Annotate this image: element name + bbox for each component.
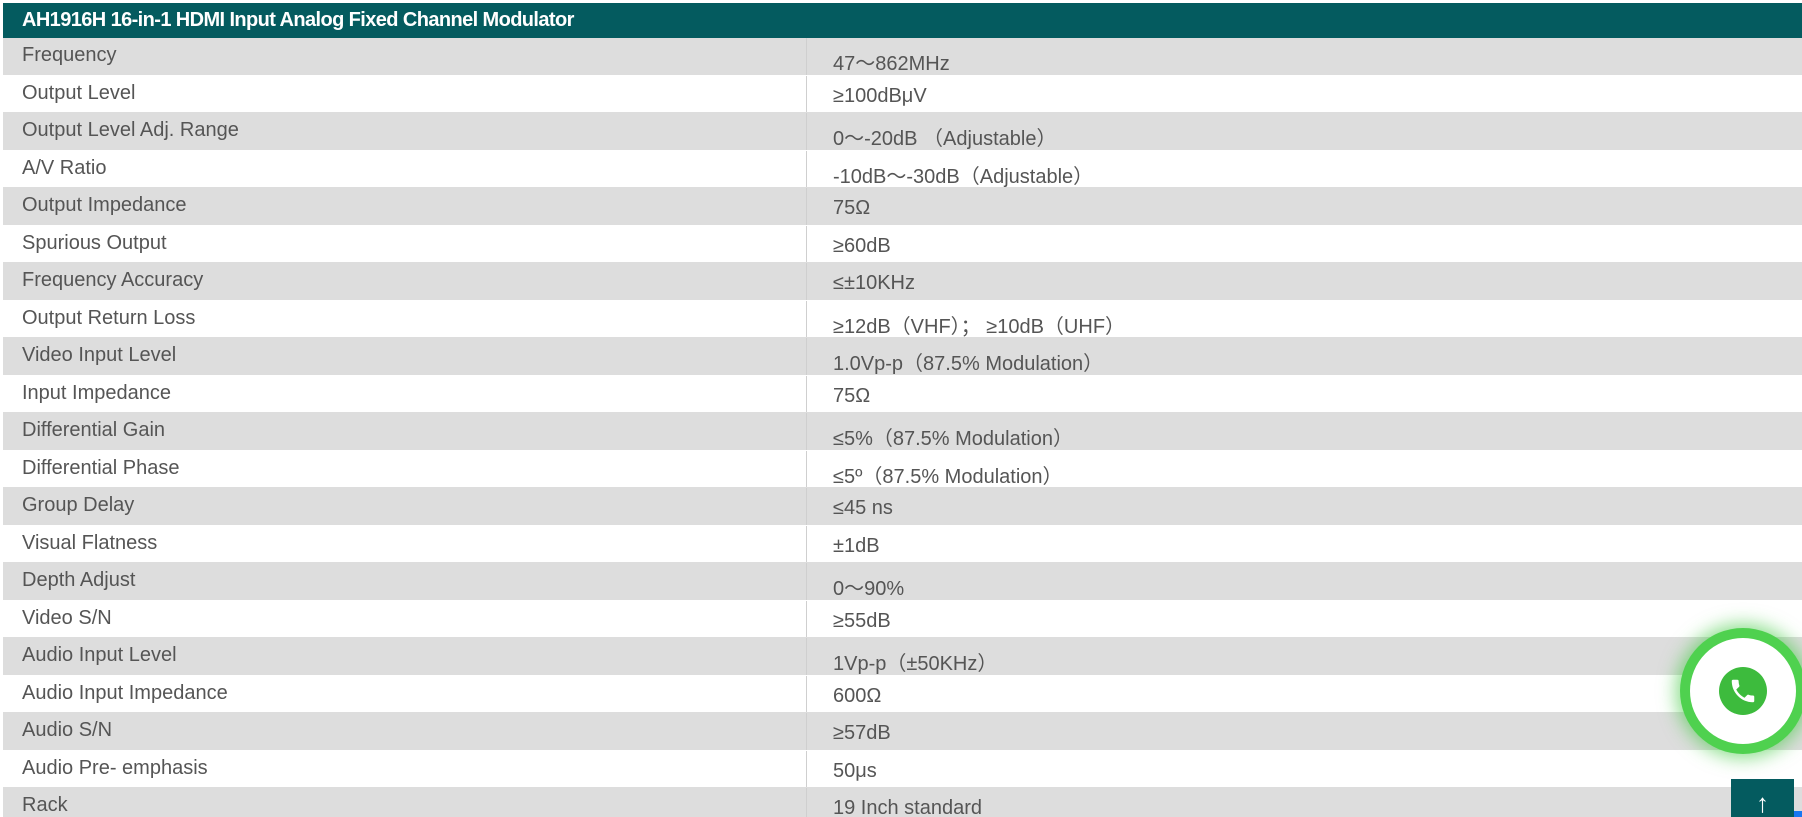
spec-label: Audio Input Level bbox=[3, 638, 807, 675]
spec-value: ≤45 ns bbox=[833, 497, 893, 519]
whatsapp-button[interactable] bbox=[1690, 638, 1796, 744]
spec-label: Visual Flatness bbox=[3, 525, 807, 562]
spec-label: Differential Phase bbox=[3, 450, 807, 487]
table-row: Video S/N ≥55dB bbox=[3, 600, 1802, 638]
table-row: Audio Input Impedance 600Ω bbox=[3, 675, 1802, 713]
spec-label: Video Input Level bbox=[3, 338, 807, 375]
spec-value: ≥100dBμV bbox=[833, 84, 927, 107]
spec-label: Frequency Accuracy bbox=[3, 263, 807, 300]
table-row: Frequency Accuracy ≤±10KHz bbox=[3, 263, 1802, 301]
table-body: Frequency 47～862MHz Output Level ≥100dBμV Ou… bbox=[3, 38, 1802, 817]
table-row: Output Return Loss ≥12dB（VHF）； ≥10dB（UHF） bbox=[3, 300, 1802, 338]
spec-value: ≥55dB bbox=[833, 609, 891, 632]
table-row: Audio S/N ≥57dB bbox=[3, 713, 1802, 751]
table-row: Frequency 47～862MHz bbox=[3, 38, 1802, 76]
spec-table: AH1916H 16-in-1 HDMI Input Analog Fixed … bbox=[3, 3, 1802, 817]
table-row: Audio Input Level 1Vp-p（±50KHz） bbox=[3, 638, 1802, 676]
spec-label: Group Delay bbox=[3, 488, 807, 525]
spec-label: Audio Pre- emphasis bbox=[3, 750, 807, 787]
table-row: Output Level ≥100dBμV bbox=[3, 75, 1802, 113]
spec-value: ≤±10KHz bbox=[833, 272, 915, 294]
spec-value: 0～90% bbox=[833, 578, 905, 600]
spec-label: Frequency bbox=[3, 38, 807, 75]
spec-value: 0～-20dB （Adjustable） bbox=[833, 128, 1057, 150]
spec-label: Video S/N bbox=[3, 600, 807, 637]
spec-label: Depth Adjust bbox=[3, 563, 807, 600]
table-row: Differential Gain ≤5%（87.5% Modulation） bbox=[3, 413, 1802, 451]
table-row: Output Level Adj. Range 0～-20dB （Adjustab… bbox=[3, 113, 1802, 151]
whatsapp-icon bbox=[1719, 667, 1767, 715]
table-row: Spurious Output ≥60dB bbox=[3, 225, 1802, 263]
spec-label: Audio Input Impedance bbox=[3, 675, 807, 712]
table-row: A/V Ratio -10dB～-30dB（Adjustable） bbox=[3, 150, 1802, 188]
spec-label: Output Impedance bbox=[3, 188, 807, 225]
spec-value: 75Ω bbox=[833, 384, 871, 407]
spec-value: 600Ω bbox=[833, 684, 882, 707]
table-row: Audio Pre- emphasis 50μs bbox=[3, 750, 1802, 788]
table-row: Video Input Level 1.0Vp-p（87.5% Modulatio… bbox=[3, 338, 1802, 376]
spec-label: Audio S/N bbox=[3, 713, 807, 750]
spec-value: ±1dB bbox=[833, 534, 880, 557]
table-row: Depth Adjust 0～90% bbox=[3, 563, 1802, 601]
spec-value: 50μs bbox=[833, 759, 877, 782]
table-row: Input Impedance 75Ω bbox=[3, 375, 1802, 413]
spec-label: Input Impedance bbox=[3, 375, 807, 412]
table-row: Differential Phase ≤5º（87.5% Modulation） bbox=[3, 450, 1802, 488]
spec-value: ≤5º（87.5% Modulation） bbox=[833, 465, 1063, 488]
spec-value: 75Ω bbox=[833, 197, 871, 219]
scroll-to-top-button[interactable]: ↑ bbox=[1731, 779, 1794, 817]
table-title: AH1916H 16-in-1 HDMI Input Analog Fixed … bbox=[3, 3, 1802, 38]
spec-value: ≥57dB bbox=[833, 722, 891, 744]
spec-label: Spurious Output bbox=[3, 225, 807, 262]
spec-value: ≥60dB bbox=[833, 234, 891, 257]
table-row: Visual Flatness ±1dB bbox=[3, 525, 1802, 563]
spec-value: ≤5%（87.5% Modulation） bbox=[833, 428, 1073, 450]
spec-label: Output Level Adj. Range bbox=[3, 113, 807, 150]
spec-label: Rack bbox=[3, 788, 807, 817]
spec-value: -10dB～-30dB（Adjustable） bbox=[833, 165, 1094, 188]
spec-value: 47～862MHz bbox=[833, 53, 950, 75]
arrow-up-icon: ↑ bbox=[1756, 788, 1769, 817]
table-row: Output Impedance 75Ω bbox=[3, 188, 1802, 226]
spec-value: ≥12dB（VHF）； ≥10dB（UHF） bbox=[833, 315, 1126, 338]
spec-value: 19 Inch standard bbox=[833, 797, 982, 817]
spec-label: A/V Ratio bbox=[3, 150, 807, 187]
spec-label: Output Level bbox=[3, 75, 807, 112]
table-row: Group Delay ≤45 ns bbox=[3, 488, 1802, 526]
spec-label: Output Return Loss bbox=[3, 300, 807, 337]
spec-value: 1Vp-p（±50KHz） bbox=[833, 653, 998, 675]
table-row: Rack 19 Inch standard bbox=[3, 788, 1802, 817]
edge-marker bbox=[1794, 811, 1802, 817]
spec-label: Differential Gain bbox=[3, 413, 807, 450]
spec-value: 1.0Vp-p（87.5% Modulation） bbox=[833, 353, 1104, 375]
